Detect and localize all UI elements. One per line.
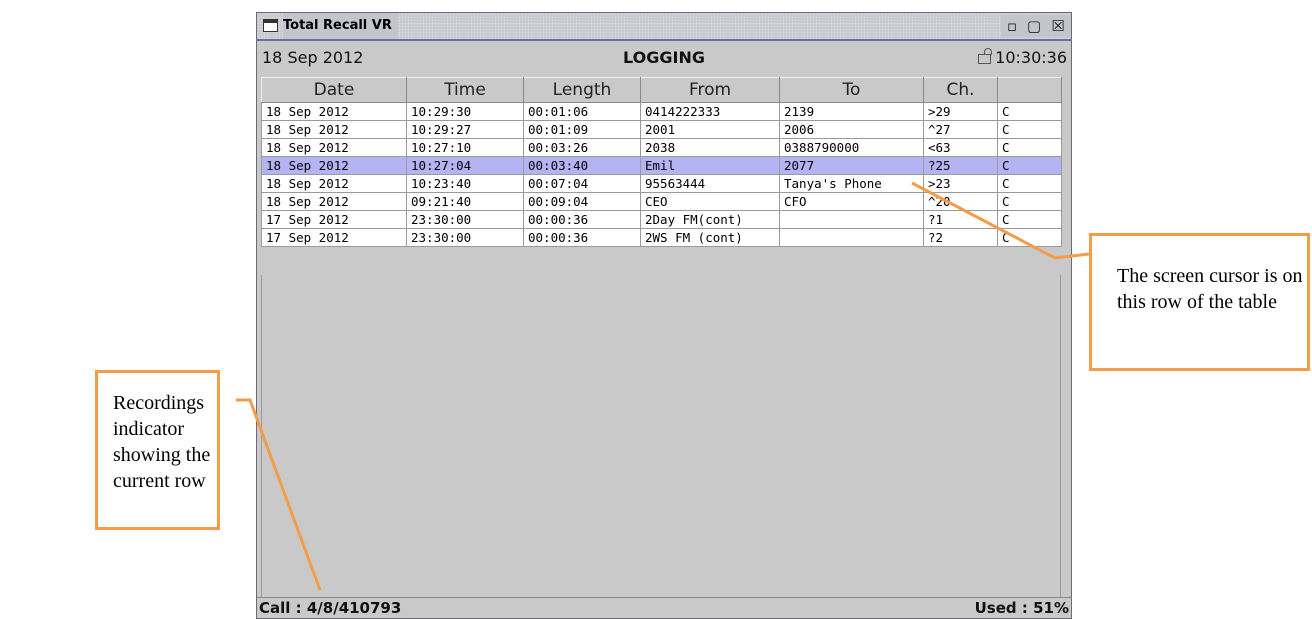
cell-to: CFO [779, 192, 924, 211]
cell-length: 00:07:04 [523, 174, 641, 193]
maximize-icon[interactable]: ▢ [1023, 15, 1045, 37]
table-row[interactable]: 17 Sep 2012 23:30:00 00:00:36 2Day FM(cont)… [261, 210, 1062, 229]
cell-date: 18 Sep 2012 [261, 120, 407, 139]
cell-length: 00:00:36 [523, 228, 641, 247]
table-header-row: Date Time Length From To Ch. [261, 77, 1062, 103]
status-bar: Call : 4/8/410793 Used : 51% [257, 597, 1071, 618]
table-row[interactable]: 18 Sep 2012 10:29:30 00:01:06 0414222333 213… [261, 102, 1062, 121]
table-row[interactable]: 18 Sep 2012 09:21:40 00:09:04 CEO CFO ^20 C [261, 192, 1062, 211]
cell-length: 00:01:09 [523, 120, 641, 139]
mode-label: LOGGING [623, 48, 705, 67]
cell-channel: ?1 [923, 210, 998, 229]
current-date: 18 Sep 2012 [262, 48, 364, 67]
cell-type: C [997, 156, 1062, 175]
lock-icon [978, 47, 993, 64]
cell-length: 00:00:36 [523, 210, 641, 229]
cell-channel: ^27 [923, 120, 998, 139]
cell-channel: ^20 [923, 192, 998, 211]
cell-type: C [997, 102, 1062, 121]
title-bar[interactable]: Total Recall VR ▫ ▢ ☒ [257, 13, 1071, 41]
cell-to: 2077 [779, 156, 924, 175]
table-body: 18 Sep 2012 10:29:30 00:01:06 0414222333 213… [261, 102, 1062, 247]
total-recall-window: Total Recall VR ▫ ▢ ☒ LOGGING 18 Sep 201… [256, 12, 1072, 619]
cell-time: 09:21:40 [406, 192, 524, 211]
cell-date: 18 Sep 2012 [261, 156, 407, 175]
cell-time: 10:29:27 [406, 120, 524, 139]
disk-used: Used : 51% [974, 599, 1069, 617]
window-icon [263, 19, 278, 32]
cell-from: 2001 [640, 120, 780, 139]
current-time: 10:30:36 [995, 48, 1067, 67]
cell-from: 95563444 [640, 174, 780, 193]
column-header-date[interactable]: Date [261, 77, 407, 103]
table-row[interactable]: 18 Sep 2012 10:29:27 00:01:09 2001 2006 ^27 C [261, 120, 1062, 139]
cell-date: 18 Sep 2012 [261, 102, 407, 121]
cell-channel: <63 [923, 138, 998, 157]
cell-type: C [997, 192, 1062, 211]
column-header-length[interactable]: Length [523, 77, 641, 103]
column-header-to[interactable]: To [779, 77, 924, 103]
callout-recordings-indicator: Recordings indicator showing the current… [95, 370, 220, 530]
cell-from: 2WS FM (cont) [640, 228, 780, 247]
cell-length: 00:03:26 [523, 138, 641, 157]
cell-channel: ?25 [923, 156, 998, 175]
cell-from: 2Day FM(cont) [640, 210, 780, 229]
cell-type: C [997, 210, 1062, 229]
cell-to [779, 228, 924, 247]
cell-type: C [997, 228, 1062, 247]
table-empty-area [261, 275, 1061, 598]
cell-time: 23:30:00 [406, 228, 524, 247]
cell-date: 18 Sep 2012 [261, 174, 407, 193]
cell-channel: ?2 [923, 228, 998, 247]
close-icon[interactable]: ☒ [1045, 15, 1071, 37]
cell-date: 17 Sep 2012 [261, 228, 407, 247]
cell-to: 0388790000 [779, 138, 924, 157]
cell-time: 10:27:04 [406, 156, 524, 175]
column-header-channel[interactable]: Ch. [923, 77, 998, 103]
cell-channel: >23 [923, 174, 998, 193]
column-header-type[interactable] [997, 77, 1062, 103]
column-header-from[interactable]: From [640, 77, 780, 103]
cell-length: 00:09:04 [523, 192, 641, 211]
clock: 10:30:36 [978, 41, 1067, 75]
minimize-icon[interactable]: ▫ [1001, 15, 1023, 37]
cell-date: 18 Sep 2012 [261, 138, 407, 157]
status-header: LOGGING 18 Sep 2012 10:30:36 [257, 41, 1071, 75]
column-header-time[interactable]: Time [406, 77, 524, 103]
cell-to [779, 210, 924, 229]
cell-channel: >29 [923, 102, 998, 121]
table-row[interactable]: 17 Sep 2012 23:30:00 00:00:36 2WS FM (cont)… [261, 228, 1062, 247]
cell-time: 10:23:40 [406, 174, 524, 193]
cell-from: CEO [640, 192, 780, 211]
cell-length: 00:03:40 [523, 156, 641, 175]
cell-length: 00:01:06 [523, 102, 641, 121]
recordings-indicator: Call : 4/8/410793 [259, 599, 402, 617]
cell-date: 18 Sep 2012 [261, 192, 407, 211]
cell-time: 23:30:00 [406, 210, 524, 229]
call-log-table: Date Time Length From To Ch. 18 Sep 2012… [261, 77, 1062, 247]
cell-type: C [997, 120, 1062, 139]
cell-to: Tanya's Phone [779, 174, 924, 193]
cell-type: C [997, 174, 1062, 193]
cell-type: C [997, 138, 1062, 157]
cell-time: 10:27:10 [406, 138, 524, 157]
cell-date: 17 Sep 2012 [261, 210, 407, 229]
cell-to: 2139 [779, 102, 924, 121]
cell-from: Emil [640, 156, 780, 175]
table-row[interactable]: 18 Sep 2012 10:23:40 00:07:04 95563444 Tanya… [261, 174, 1062, 193]
table-row[interactable]: 18 Sep 2012 10:27:10 00:03:26 2038 038879000… [261, 138, 1062, 157]
cell-to: 2006 [779, 120, 924, 139]
callout-cursor-row: The screen cursor is on this row of the … [1089, 233, 1310, 371]
table-row-selected[interactable]: 18 Sep 2012 10:27:04 00:03:40 Emil 2077 ?25 C [261, 156, 1062, 175]
window-title: Total Recall VR [283, 13, 398, 39]
cell-time: 10:29:30 [406, 102, 524, 121]
cell-from: 0414222333 [640, 102, 780, 121]
cell-from: 2038 [640, 138, 780, 157]
